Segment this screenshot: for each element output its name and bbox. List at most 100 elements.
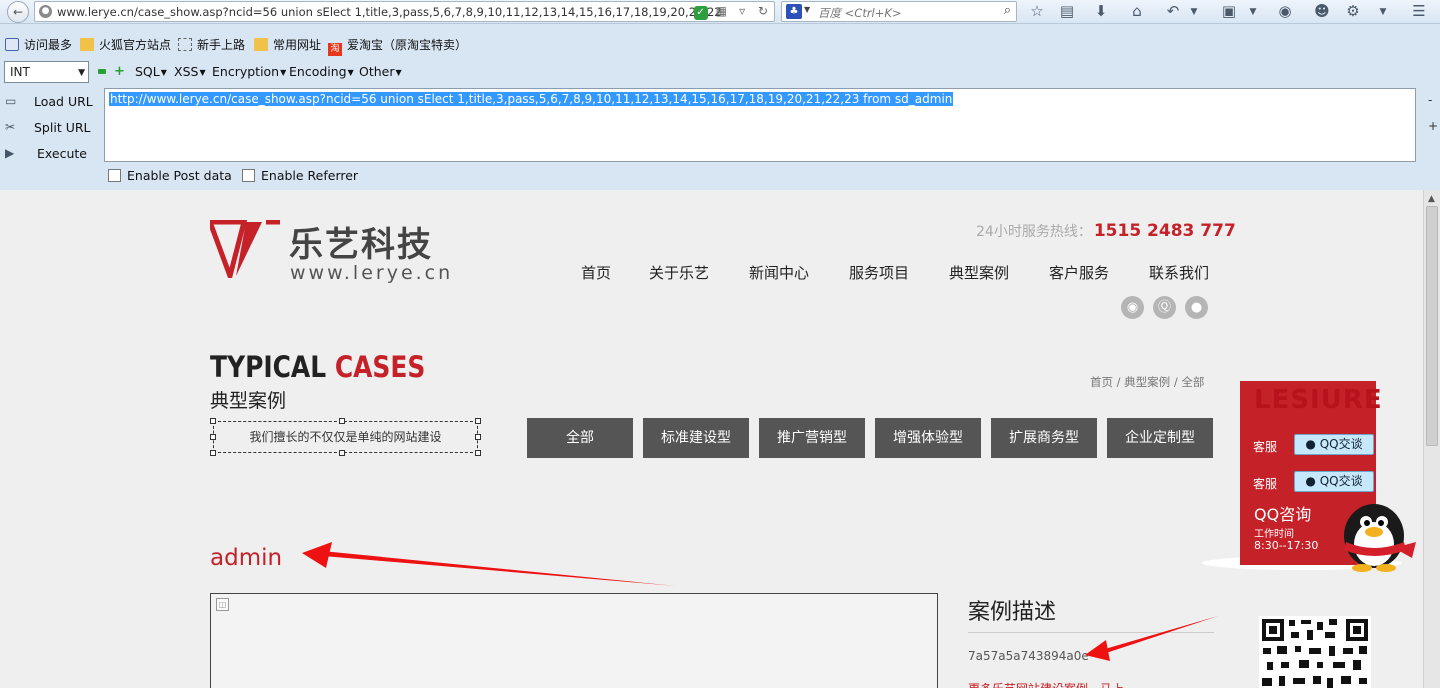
- resize-handle[interactable]: [210, 434, 216, 440]
- logo-domain[interactable]: www.lerye.cn: [290, 262, 453, 284]
- download-icon[interactable]: ⬇: [1091, 2, 1111, 20]
- service-label: 客服: [1253, 440, 1278, 454]
- bookmark-taobao[interactable]: 淘爱淘宝（原淘宝特卖）: [328, 36, 467, 56]
- user-icon[interactable]: ☻: [1312, 2, 1332, 20]
- checkbox-box[interactable]: [242, 169, 255, 182]
- increase-icon[interactable]: +: [114, 65, 125, 78]
- page-scrollbar[interactable]: ▲: [1423, 190, 1440, 688]
- weibo-icon[interactable]: ◉: [1121, 296, 1144, 319]
- chevron-down-icon[interactable]: ▼: [1373, 7, 1393, 17]
- menu-icon[interactable]: ☰: [1409, 2, 1429, 20]
- reload-icon[interactable]: ↻: [756, 4, 770, 18]
- bookmark-most-visited[interactable]: 访问最多: [5, 36, 72, 54]
- expand-button[interactable]: +: [1428, 119, 1438, 133]
- resize-handle[interactable]: [210, 418, 216, 424]
- qq-icon[interactable]: ●: [1185, 296, 1208, 319]
- resize-handle[interactable]: [339, 450, 345, 456]
- settings-icon[interactable]: ⚙: [1343, 2, 1363, 20]
- penguin-icon: ●: [1305, 437, 1320, 451]
- qq-chat-button[interactable]: ● QQ交谈: [1294, 434, 1374, 455]
- back-button[interactable]: ←: [7, 1, 29, 23]
- checkbox-box[interactable]: [108, 169, 121, 182]
- shield-icon[interactable]: ✓: [693, 6, 708, 20]
- bookmark-common-sites[interactable]: 常用网址: [254, 36, 321, 54]
- resize-handle[interactable]: [210, 450, 216, 456]
- chevron-down-icon[interactable]: ▼: [804, 5, 810, 14]
- scrollbar-thumb[interactable]: [1426, 206, 1438, 446]
- menu-encoding[interactable]: Encoding▼: [289, 64, 354, 79]
- address-bar[interactable]: ● www.lerye.cn/case_show.asp?ncid=56 uni…: [34, 1, 775, 22]
- undo-icon[interactable]: ↶: [1163, 2, 1183, 20]
- filter-all-button[interactable]: 全部: [527, 418, 633, 458]
- filter-experience-button[interactable]: 增强体验型: [875, 418, 981, 458]
- work-time-value: 8:30--17:30: [1254, 539, 1319, 552]
- page-icon: [178, 38, 192, 51]
- search-engine-icon[interactable]: ♣: [786, 4, 802, 19]
- search-box[interactable]: ♣ ▼ 百度 <Ctrl+K> ⌕: [781, 1, 1017, 22]
- pinterest-icon[interactable]: Ⓠ: [1153, 296, 1176, 319]
- qq-chat-button[interactable]: ● QQ交谈: [1294, 471, 1374, 492]
- scroll-up-icon[interactable]: ▲: [1428, 194, 1435, 204]
- qr-code: [1259, 616, 1371, 688]
- menu-xss[interactable]: XSS▼: [174, 64, 206, 79]
- selected-url-text[interactable]: http://www.lerye.cn/case_show.asp?ncid=5…: [109, 92, 954, 106]
- nav-item-home[interactable]: 首页: [581, 262, 611, 283]
- nav-item-contact[interactable]: 联系我们: [1149, 262, 1209, 283]
- menu-encryption[interactable]: Encryption▼: [212, 64, 286, 79]
- bookmarks-bar: 访问最多 火狐官方站点 新手上路 常用网址 淘爱淘宝（原淘宝特卖）: [0, 33, 1440, 56]
- nav-item-about[interactable]: 关于乐艺: [649, 262, 709, 283]
- dropdown-arrow-icon[interactable]: ▿: [735, 4, 749, 18]
- menu-other[interactable]: Other▼: [359, 64, 402, 79]
- enable-referrer-checkbox[interactable]: Enable Referrer: [242, 168, 358, 183]
- resize-handle[interactable]: [475, 434, 481, 440]
- load-url-button[interactable]: ▭ Load URL: [0, 91, 104, 113]
- home-icon[interactable]: ⌂: [1127, 2, 1147, 20]
- bookmark-firefox-site[interactable]: 火狐官方站点: [80, 36, 171, 54]
- nav-item-customer-service[interactable]: 客户服务: [1049, 262, 1109, 283]
- penguin-icon: ●: [1305, 474, 1320, 488]
- scissors-icon: ✂: [5, 120, 16, 134]
- enable-post-checkbox[interactable]: Enable Post data: [108, 168, 232, 183]
- search-placeholder: 百度 <Ctrl+K>: [818, 6, 902, 20]
- chat-icon[interactable]: ◉: [1275, 2, 1295, 20]
- search-icon[interactable]: ⌕: [1004, 3, 1011, 18]
- nav-item-news[interactable]: 新闻中心: [749, 262, 809, 283]
- decrease-icon[interactable]: [98, 69, 106, 74]
- qq-consult-label: QQ咨询: [1254, 505, 1312, 524]
- taobao-icon: 淘: [328, 43, 342, 56]
- bookmarks-icon[interactable]: ▤: [1057, 2, 1077, 20]
- web-page: 乐艺科技 www.lerye.cn 24小时服务热线： 1515 2483 777…: [0, 190, 1423, 688]
- logo-chinese-name[interactable]: 乐艺科技: [289, 217, 433, 266]
- star-icon[interactable]: ☆: [1027, 2, 1047, 20]
- filter-custom-button[interactable]: 企业定制型: [1107, 418, 1213, 458]
- play-icon: ▶: [5, 146, 15, 160]
- nav-item-cases[interactable]: 典型案例: [949, 262, 1009, 283]
- resize-handle[interactable]: [339, 418, 345, 424]
- resize-handle[interactable]: [475, 450, 481, 456]
- execute-button[interactable]: ▶ Execute: [0, 143, 104, 165]
- url-text[interactable]: www.lerye.cn/case_show.asp?ncid=56 union…: [57, 5, 725, 19]
- filter-standard-button[interactable]: 标准建设型: [643, 418, 749, 458]
- type-select[interactable]: INT ▼: [4, 61, 89, 83]
- bookmark-getting-started[interactable]: 新手上路: [178, 36, 245, 54]
- qr-icon[interactable]: ▦: [714, 4, 728, 18]
- breadcrumb[interactable]: 首页 / 典型案例 / 全部: [1090, 374, 1204, 390]
- menu-sql[interactable]: SQL▼: [135, 64, 167, 79]
- resize-handle[interactable]: [475, 418, 481, 424]
- lerye-logo-icon[interactable]: [210, 220, 282, 278]
- filter-marketing-button[interactable]: 推广营销型: [759, 418, 865, 458]
- hackbar-url-textarea[interactable]: http://www.lerye.cn/case_show.asp?ncid=5…: [104, 88, 1416, 162]
- chevron-down-icon[interactable]: ▼: [1243, 7, 1263, 17]
- crop-icon[interactable]: ▣: [1219, 2, 1239, 20]
- split-url-button[interactable]: ✂ Split URL: [0, 117, 104, 139]
- search-icon: [5, 38, 19, 51]
- filter-commerce-button[interactable]: 扩展商务型: [991, 418, 1097, 458]
- hackbar-menubar: INT ▼ + SQL▼ XSS▼ Encryption▼ Encoding▼ O…: [0, 60, 1440, 84]
- arrow-to-hash: [1085, 616, 1218, 661]
- more-cases-link[interactable]: 更多乐艺网站建设案例，马上...: [968, 680, 1135, 688]
- load-icon: ▭: [5, 94, 17, 108]
- shrink-button[interactable]: -: [1428, 93, 1432, 107]
- back-arrow-icon: ←: [12, 5, 24, 19]
- chevron-down-icon[interactable]: ▼: [1184, 7, 1204, 17]
- nav-item-services[interactable]: 服务项目: [849, 262, 909, 283]
